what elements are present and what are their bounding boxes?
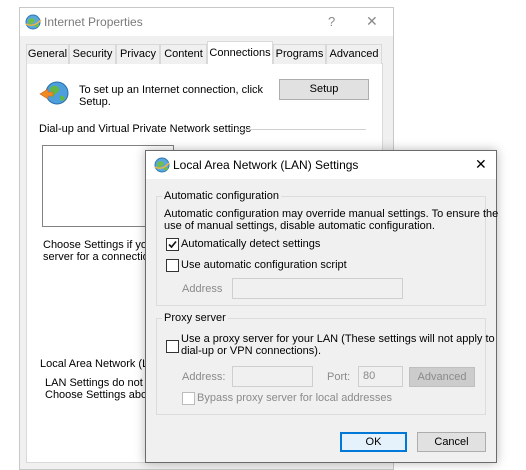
tab-privacy[interactable]: Privacy <box>116 44 160 64</box>
use-proxy-label-line-2[interactable]: dial-up or VPN connections). <box>181 345 321 357</box>
internet-options-icon <box>25 14 42 33</box>
tab-privacy-label: Privacy <box>119 48 157 60</box>
close-icon[interactable]: ✕ <box>475 156 487 173</box>
tab-content[interactable]: Content <box>160 44 207 64</box>
bypass-local-checkbox[interactable] <box>182 392 195 405</box>
auto-config-description-line-1: Automatic configuration may override man… <box>164 208 499 220</box>
help-button[interactable]: ? <box>328 14 335 29</box>
tab-programs[interactable]: Programs <box>273 44 326 64</box>
tab-content-label: Content <box>164 48 203 60</box>
advanced-button-label: Advanced <box>417 371 467 383</box>
advanced-button[interactable]: Advanced <box>409 367 475 387</box>
use-proxy-label-line-1[interactable]: Use a proxy server for your LAN (These s… <box>181 333 495 345</box>
port-label: Port: <box>327 371 351 383</box>
auto-detect-label[interactable]: Automatically detect settings <box>181 238 320 250</box>
setup-instructions-line-2: Setup. <box>79 96 111 108</box>
lan-section-heading: Local Area Network (LA <box>40 358 156 370</box>
bypass-local-label[interactable]: Bypass proxy server for local addresses <box>197 392 392 404</box>
tab-connections-label: Connections <box>209 47 271 59</box>
cancel-button-label: Cancel <box>434 436 469 448</box>
port-input[interactable]: 80 <box>358 366 403 387</box>
choose-settings-line-1: Choose Settings if you <box>43 239 154 251</box>
lan-dialog-icon <box>154 157 170 176</box>
automatic-configuration-title: Automatic configuration <box>162 190 281 202</box>
setup-button[interactable]: Setup <box>279 79 369 100</box>
proxy-address-input[interactable] <box>232 366 313 387</box>
auto-script-label[interactable]: Use automatic configuration script <box>181 259 347 271</box>
lan-note-line-1: LAN Settings do not ap <box>45 377 159 389</box>
lan-note-line-2: Choose Settings above <box>45 389 159 401</box>
globe-arrow-icon <box>39 80 71 111</box>
vpn-section-heading: Dial-up and Virtual Private Network sett… <box>39 123 251 135</box>
bg-close-button[interactable]: ✕ <box>366 13 378 30</box>
cancel-button[interactable]: Cancel <box>417 432 486 452</box>
proxy-address-label: Address: <box>182 371 226 383</box>
lan-dialog-title: Local Area Network (LAN) Settings <box>173 158 359 172</box>
vpn-heading-divider <box>238 129 366 130</box>
setup-instructions-line-1: To set up an Internet connection, click <box>79 84 264 96</box>
tab-general[interactable]: General <box>26 44 69 64</box>
tab-advanced-label: Advanced <box>329 48 379 60</box>
port-value: 80 <box>363 370 376 382</box>
tab-security[interactable]: Security <box>69 44 116 64</box>
ok-button[interactable]: OK <box>340 432 407 452</box>
auto-config-description-line-2: use of manual settings, disable automati… <box>164 220 435 232</box>
script-address-input[interactable] <box>232 278 403 299</box>
use-proxy-checkbox[interactable] <box>166 340 179 353</box>
choose-settings-line-2: server for a connection <box>43 251 155 263</box>
tab-advanced[interactable]: Advanced <box>326 44 382 64</box>
tab-security-label: Security <box>72 48 113 60</box>
script-address-label: Address <box>182 283 223 295</box>
tab-connections[interactable]: Connections <box>207 41 273 64</box>
tab-programs-label: Programs <box>275 48 324 60</box>
setup-button-label: Setup <box>309 83 339 95</box>
ok-button-label: OK <box>365 436 382 448</box>
internet-properties-title: Internet Properties <box>44 15 143 29</box>
tab-general-label: General <box>27 48 68 60</box>
auto-script-checkbox[interactable] <box>166 259 179 272</box>
auto-detect-checkbox[interactable] <box>166 238 179 251</box>
proxy-server-title: Proxy server <box>162 312 228 324</box>
